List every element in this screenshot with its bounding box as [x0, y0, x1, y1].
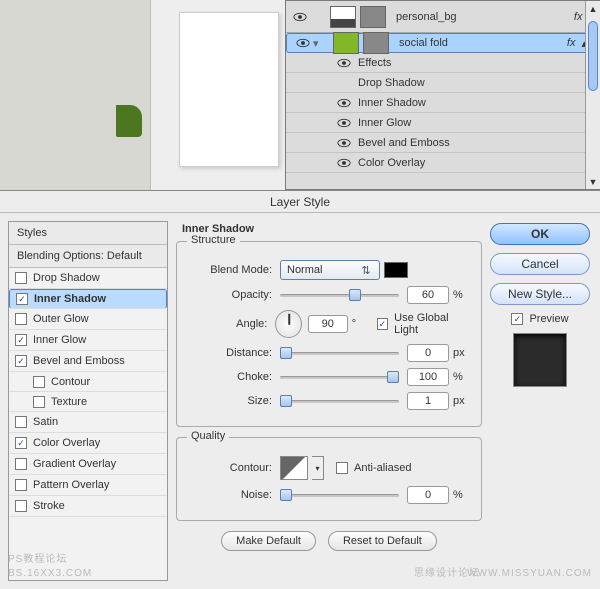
preview-checkbox[interactable]: [511, 313, 523, 325]
visibility-icon[interactable]: [334, 118, 354, 128]
artboard: [150, 0, 285, 190]
checkbox[interactable]: [33, 396, 45, 408]
scrollbar[interactable]: ▲ ▼: [585, 1, 600, 189]
fx-badge[interactable]: fx: [567, 37, 576, 49]
checkbox[interactable]: [15, 416, 27, 428]
watermark: WWW.MISSYUAN.COM: [467, 568, 592, 579]
checkbox[interactable]: [15, 458, 27, 470]
layer-thumbnail[interactable]: [330, 6, 356, 28]
dialog-title: Layer Style: [0, 191, 600, 213]
checkbox[interactable]: [15, 334, 27, 346]
visibility-icon[interactable]: [334, 138, 354, 148]
structure-group: Structure Blend Mode: Normal⇅ Opacity: 6…: [176, 241, 482, 427]
scroll-thumb[interactable]: [588, 21, 598, 91]
checkbox[interactable]: [16, 293, 28, 305]
effect-inner-glow[interactable]: Inner Glow: [286, 113, 600, 133]
checkbox[interactable]: [15, 479, 27, 491]
contour-picker[interactable]: [280, 456, 308, 480]
cancel-button[interactable]: Cancel: [490, 253, 590, 275]
distance-input[interactable]: 0: [407, 344, 449, 362]
visibility-icon[interactable]: [290, 12, 310, 22]
layer-mask-thumbnail[interactable]: [363, 32, 389, 54]
antialias-checkbox[interactable]: [336, 462, 348, 474]
distance-slider[interactable]: [280, 345, 399, 361]
size-slider[interactable]: [280, 393, 399, 409]
effect-color-overlay[interactable]: Color Overlay: [286, 153, 600, 173]
visibility-icon[interactable]: [334, 158, 354, 168]
preview-swatch: [513, 333, 567, 387]
scroll-up-icon[interactable]: ▲: [586, 1, 600, 16]
chevron-down-icon[interactable]: ▾: [313, 37, 331, 50]
checkbox[interactable]: [33, 376, 45, 388]
global-light-checkbox[interactable]: [377, 318, 388, 330]
effect-inner-shadow[interactable]: Inner Shadow: [286, 93, 600, 113]
dialog-actions: OK Cancel New Style... Preview: [490, 213, 600, 589]
checkbox[interactable]: [15, 500, 27, 512]
choke-slider[interactable]: [280, 369, 399, 385]
effect-drop-shadow[interactable]: Drop Shadow: [286, 73, 600, 93]
green-fold-shape: [116, 105, 142, 137]
layer-thumbnail[interactable]: [333, 32, 359, 54]
size-input[interactable]: 1: [407, 392, 449, 410]
scroll-down-icon[interactable]: ▼: [586, 174, 600, 189]
settings-panel: Inner Shadow Structure Blend Mode: Norma…: [168, 213, 490, 589]
layer-style-dialog: Layer Style Styles Blending Options: Def…: [0, 190, 600, 589]
style-inner-shadow[interactable]: Inner Shadow: [9, 289, 167, 309]
style-contour[interactable]: Contour: [9, 372, 167, 392]
blend-mode-select[interactable]: Normal⇅: [280, 260, 380, 280]
blending-header[interactable]: Blending Options: Default: [9, 245, 167, 268]
style-texture[interactable]: Texture: [9, 392, 167, 412]
layers-panel: personal_bg fx ▾ ▾ social fold fx ▴ Effe…: [285, 0, 600, 190]
style-bevel-emboss[interactable]: Bevel and Emboss: [9, 351, 167, 372]
effect-bevel-emboss[interactable]: Bevel and Emboss: [286, 133, 600, 153]
style-inner-glow[interactable]: Inner Glow: [9, 330, 167, 351]
quality-group: Quality Contour: ▾ Anti-aliased Noise: 0…: [176, 437, 482, 521]
ok-button[interactable]: OK: [490, 223, 590, 245]
watermark: PS教程论坛: [8, 550, 67, 565]
style-outer-glow[interactable]: Outer Glow: [9, 309, 167, 330]
layer-name[interactable]: social fold: [399, 37, 567, 49]
color-swatch[interactable]: [384, 262, 408, 278]
style-stroke[interactable]: Stroke: [9, 496, 167, 517]
style-pattern-overlay[interactable]: Pattern Overlay: [9, 475, 167, 496]
style-color-overlay[interactable]: Color Overlay: [9, 433, 167, 454]
new-style-button[interactable]: New Style...: [490, 283, 590, 305]
style-satin[interactable]: Satin: [9, 412, 167, 433]
visibility-icon[interactable]: [293, 38, 313, 48]
noise-input[interactable]: 0: [407, 486, 449, 504]
watermark: BS.16XX3.COM: [8, 568, 92, 579]
layer-row-social-fold[interactable]: ▾ social fold fx ▴: [286, 33, 600, 53]
opacity-input[interactable]: 60: [407, 286, 449, 304]
dropdown-icon: ⇅: [359, 264, 373, 277]
layer-mask-thumbnail[interactable]: [360, 6, 386, 28]
document-canvas: [0, 0, 285, 190]
layer-row-personal-bg[interactable]: personal_bg fx ▾: [286, 1, 600, 33]
effects-header[interactable]: Effects: [286, 53, 600, 73]
angle-dial[interactable]: [275, 310, 302, 338]
checkbox[interactable]: [15, 272, 27, 284]
make-default-button[interactable]: Make Default: [221, 531, 316, 551]
layer-name[interactable]: personal_bg: [396, 11, 574, 23]
noise-slider[interactable]: [280, 487, 399, 503]
checkbox[interactable]: [15, 437, 27, 449]
checkbox[interactable]: [15, 313, 27, 325]
style-drop-shadow[interactable]: Drop Shadow: [9, 268, 167, 289]
angle-input[interactable]: 90: [308, 315, 348, 333]
visibility-icon[interactable]: [334, 58, 354, 68]
opacity-slider[interactable]: [280, 287, 399, 303]
styles-list: Styles Blending Options: Default Drop Sh…: [8, 221, 168, 581]
visibility-icon[interactable]: [334, 98, 354, 108]
fx-badge[interactable]: fx: [574, 11, 583, 23]
style-gradient-overlay[interactable]: Gradient Overlay: [9, 454, 167, 475]
styles-header[interactable]: Styles: [9, 222, 167, 245]
checkbox[interactable]: [15, 355, 27, 367]
choke-input[interactable]: 100: [407, 368, 449, 386]
contour-dropdown[interactable]: ▾: [312, 456, 324, 480]
reset-default-button[interactable]: Reset to Default: [328, 531, 437, 551]
